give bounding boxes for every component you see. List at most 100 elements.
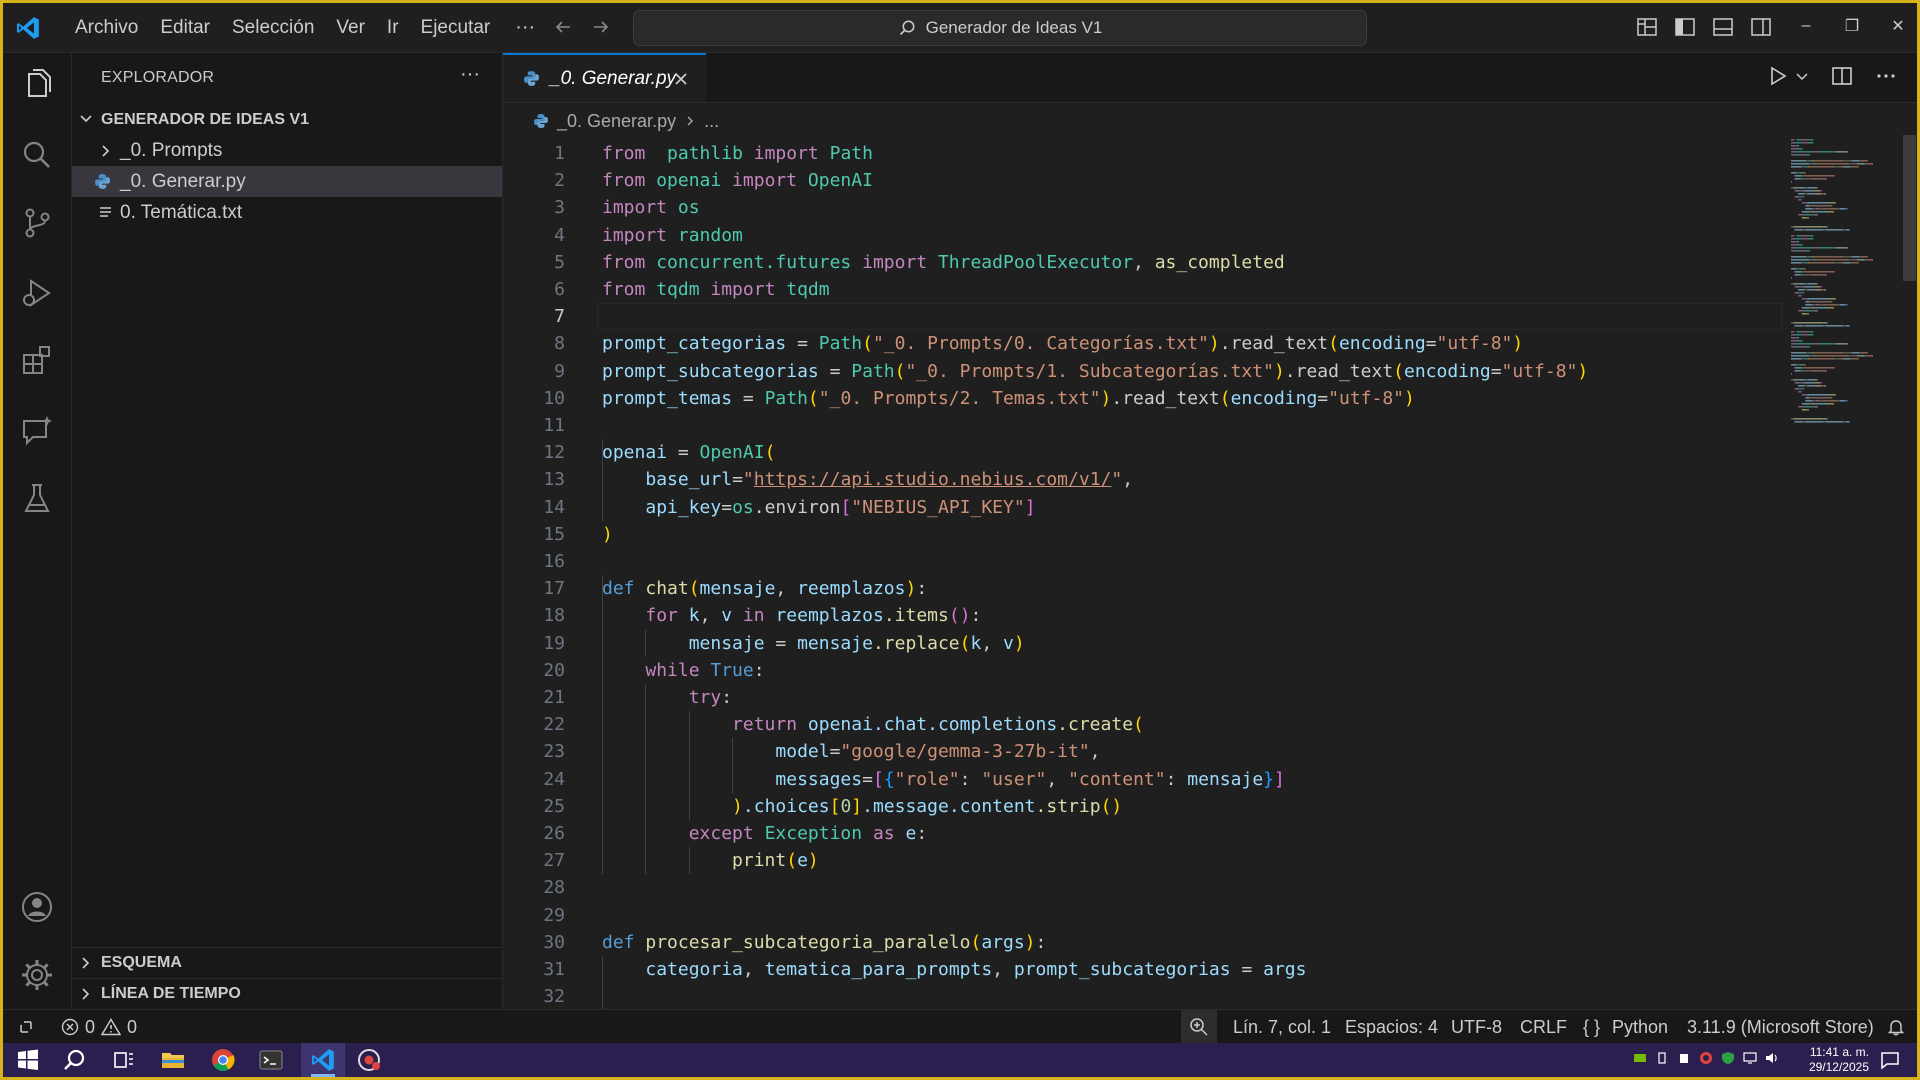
timeline-section-header[interactable]: LÍNEA DE TIEMPO bbox=[72, 978, 502, 1009]
zoom-indicator[interactable] bbox=[1181, 1010, 1217, 1044]
breadcrumb-symbols[interactable]: ... bbox=[704, 111, 719, 132]
source-control-icon[interactable] bbox=[19, 205, 55, 241]
chrome-icon[interactable] bbox=[210, 1047, 236, 1073]
explorer-icon[interactable] bbox=[19, 67, 55, 103]
customize-layout-icon[interactable] bbox=[1635, 15, 1659, 39]
minimize-button[interactable]: – bbox=[1783, 3, 1829, 49]
minimap[interactable] bbox=[1787, 135, 1897, 1009]
code-line[interactable]: 4 import random bbox=[503, 222, 1783, 249]
breadcrumb-file[interactable]: _0. Generar.py bbox=[557, 111, 676, 132]
code-line[interactable]: 6 from tqdm import tqdm bbox=[503, 276, 1783, 303]
recorder-app-icon[interactable] bbox=[356, 1047, 382, 1073]
close-tab-icon[interactable] bbox=[673, 71, 689, 87]
code-line[interactable]: 23 model="google/gemma-3-27b-it", bbox=[503, 738, 1783, 765]
code-line[interactable]: 9 prompt_subcategorias = Path("_0. Prompt… bbox=[503, 358, 1783, 385]
volume-tray-icon[interactable] bbox=[1765, 1051, 1779, 1065]
indentation[interactable]: Espacios: 4 bbox=[1345, 1010, 1438, 1044]
menu-seleccion[interactable]: Selección bbox=[221, 3, 325, 52]
file-explorer-icon[interactable] bbox=[160, 1047, 186, 1073]
settings-gear-icon[interactable] bbox=[19, 957, 55, 993]
forward-arrow-icon[interactable] bbox=[589, 13, 613, 41]
code-line[interactable]: 28 bbox=[503, 874, 1783, 901]
code-line[interactable]: 8 prompt_categorias = Path("_0. Prompts/0… bbox=[503, 330, 1783, 357]
taskbar-clock[interactable]: 11:41 a. m. 29/12/2025 bbox=[1801, 1045, 1869, 1075]
tree-item-tematica-txt[interactable]: 0. Temática.txt bbox=[72, 197, 502, 228]
code-editor[interactable]: 1 from pathlib import Path 2 from openai im… bbox=[503, 135, 1783, 1009]
search-view-icon[interactable] bbox=[19, 137, 55, 173]
extensions-icon[interactable] bbox=[19, 343, 55, 379]
split-editor-icon[interactable] bbox=[1831, 65, 1853, 87]
nvidia-tray-icon[interactable] bbox=[1633, 1051, 1647, 1065]
code-line[interactable]: 15) bbox=[503, 521, 1783, 548]
cursor-position[interactable]: Lín. 7, col. 1 bbox=[1233, 1010, 1331, 1044]
code-line[interactable]: 27 print(e) bbox=[503, 847, 1783, 874]
code-line[interactable]: 10 prompt_temas = Path("_0. Prompts/2. Te… bbox=[503, 385, 1783, 412]
explorer-more-button[interactable]: ··· bbox=[460, 63, 480, 86]
code-line[interactable]: 18 for k, v in reemplazos.items(): bbox=[503, 602, 1783, 629]
code-line[interactable]: 1 from pathlib import Path bbox=[503, 140, 1783, 167]
usb-tray-icon[interactable] bbox=[1655, 1051, 1669, 1065]
code-line[interactable]: 7 bbox=[503, 303, 1783, 330]
python-interpreter[interactable]: 3.11.9 (Microsoft Store) bbox=[1687, 1010, 1874, 1044]
chat-copilot-icon[interactable] bbox=[19, 413, 55, 449]
command-center-search[interactable]: Generador de Ideas V1 bbox=[633, 10, 1367, 46]
windows-start-icon[interactable] bbox=[15, 1047, 41, 1073]
toggle-primary-sidebar-icon[interactable] bbox=[1673, 15, 1697, 39]
run-python-icon[interactable] bbox=[1767, 65, 1789, 87]
file-encoding[interactable]: UTF-8 bbox=[1451, 1010, 1502, 1044]
security-tray-icon[interactable] bbox=[1699, 1051, 1713, 1065]
notification-center-icon[interactable] bbox=[1879, 1049, 1901, 1071]
menu-editar[interactable]: Editar bbox=[149, 3, 221, 52]
code-line[interactable]: 19 mensaje = mensaje.replace(k, v) bbox=[503, 630, 1783, 657]
vertical-scrollbar[interactable] bbox=[1901, 135, 1917, 1009]
menu-ver[interactable]: Ver bbox=[325, 3, 376, 52]
menu-ir[interactable]: Ir bbox=[376, 3, 410, 52]
more-actions-icon[interactable] bbox=[1875, 65, 1897, 87]
code-line[interactable]: 2 from openai import OpenAI bbox=[503, 167, 1783, 194]
run-and-debug-icon[interactable] bbox=[19, 275, 55, 311]
code-line[interactable]: 30 def procesar_subcategoria_paralelo(arg… bbox=[503, 929, 1783, 956]
code-line[interactable]: 3 import os bbox=[503, 194, 1783, 221]
defender-tray-icon[interactable] bbox=[1721, 1051, 1735, 1065]
close-window-button[interactable]: ✕ bbox=[1875, 3, 1917, 49]
tree-item-generar-py[interactable]: _0. Generar.py bbox=[72, 166, 502, 197]
code-line[interactable]: 13 base_url="https://api.studio.nebius.c… bbox=[503, 466, 1783, 493]
accounts-icon[interactable] bbox=[19, 889, 55, 925]
code-line[interactable]: 29 bbox=[503, 902, 1783, 929]
code-line[interactable]: 31 categoria, tematica_para_prompts, pro… bbox=[503, 956, 1783, 983]
code-line[interactable]: 22 return openai.chat.completions.create… bbox=[503, 711, 1783, 738]
menu-ejecutar[interactable]: Ejecutar bbox=[410, 3, 502, 52]
code-line[interactable]: 17 def chat(mensaje, reemplazos): bbox=[503, 575, 1783, 602]
taskbar-search-icon[interactable] bbox=[62, 1047, 88, 1073]
code-line[interactable]: 20 while True: bbox=[503, 657, 1783, 684]
tree-item-prompts-folder[interactable]: _0. Prompts bbox=[72, 135, 502, 166]
taskbar-vscode-button[interactable] bbox=[301, 1043, 345, 1077]
code-line[interactable]: 26 except Exception as e: bbox=[503, 820, 1783, 847]
code-line[interactable]: 12 openai = OpenAI( bbox=[503, 439, 1783, 466]
task-view-icon[interactable] bbox=[111, 1047, 137, 1073]
toggle-secondary-sidebar-icon[interactable] bbox=[1749, 15, 1773, 39]
code-line[interactable]: 14 api_key=os.environ["NEBIUS_API_KEY"] bbox=[503, 494, 1783, 521]
scrollbar-thumb[interactable] bbox=[1903, 135, 1916, 281]
code-line[interactable]: 32 bbox=[503, 983, 1783, 1009]
back-arrow-icon[interactable] bbox=[551, 13, 575, 41]
code-line[interactable]: 5 from concurrent.futures import ThreadPo… bbox=[503, 249, 1783, 276]
code-line[interactable]: 11 bbox=[503, 412, 1783, 439]
end-of-line[interactable]: CRLF bbox=[1520, 1010, 1567, 1044]
workspace-folder-header[interactable]: GENERADOR DE IDEAS V1 bbox=[72, 105, 502, 133]
tab-generar-py[interactable]: _0. Generar.py bbox=[503, 53, 706, 102]
restore-button[interactable]: ❐ bbox=[1829, 3, 1875, 49]
language-mode[interactable]: { } Python bbox=[1583, 1010, 1668, 1044]
code-line[interactable]: 24 messages=[{"role": "user", "content":… bbox=[503, 766, 1783, 793]
code-line[interactable]: 25 ).choices[0].message.content.strip() bbox=[503, 793, 1783, 820]
problems-indicator[interactable]: 0 0 bbox=[61, 1010, 137, 1044]
notifications-indicator[interactable] bbox=[1887, 1010, 1905, 1044]
outline-section-header[interactable]: ESQUEMA bbox=[72, 947, 502, 978]
code-line[interactable]: 16 bbox=[503, 548, 1783, 575]
code-line[interactable]: 21 try: bbox=[503, 684, 1783, 711]
menu-archivo[interactable]: Archivo bbox=[64, 3, 149, 52]
battery-tray-icon[interactable] bbox=[1677, 1051, 1691, 1065]
terminal-icon[interactable] bbox=[258, 1047, 284, 1073]
network-tray-icon[interactable] bbox=[1743, 1051, 1757, 1065]
toggle-panel-icon[interactable] bbox=[1711, 15, 1735, 39]
